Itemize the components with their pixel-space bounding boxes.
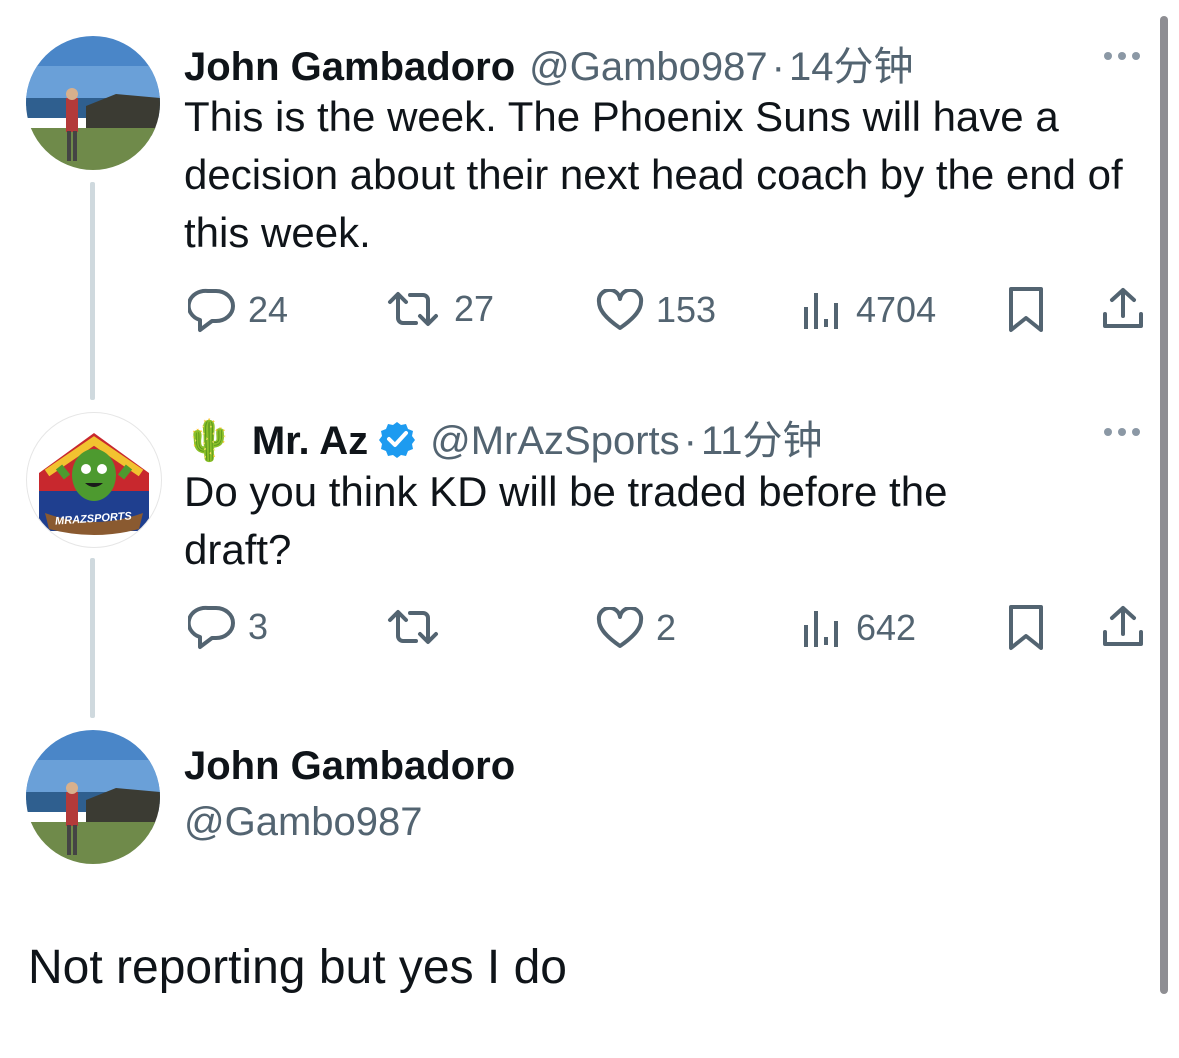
- views-button[interactable]: 4704: [800, 289, 936, 331]
- tweet2-timestamp[interactable]: 11分钟: [701, 408, 823, 466]
- avatar-mraz-sports[interactable]: MRAZSPORTS: [26, 412, 162, 548]
- retweet-button[interactable]: [384, 606, 454, 648]
- views-count: 4704: [856, 289, 937, 330]
- tweet1-header: John Gambadoro @Gambo987 · 14分钟: [184, 34, 913, 92]
- tweet3-author-name[interactable]: John Gambadoro: [184, 744, 515, 789]
- like-button[interactable]: 153: [596, 289, 716, 331]
- views-count: 642: [856, 607, 917, 648]
- heart-icon: [596, 289, 644, 330]
- views-icon: [804, 611, 838, 647]
- more-icon[interactable]: [1104, 428, 1140, 436]
- share-button[interactable]: [1100, 286, 1146, 332]
- heart-icon: [596, 607, 644, 648]
- reply-count: 3: [248, 606, 269, 647]
- share-button[interactable]: [1100, 604, 1146, 650]
- reply-button[interactable]: 3: [188, 604, 268, 650]
- thread-line-1: [90, 182, 95, 400]
- tweet1-text: This is the week. The Phoenix Suns will …: [184, 93, 1123, 256]
- avatar-john-gambadoro[interactable]: [26, 730, 160, 864]
- tweet1-author-name[interactable]: John Gambadoro: [184, 45, 515, 90]
- tweet2-header: 🌵 Mr. Az @MrAzSports · 11分钟: [184, 408, 823, 466]
- share-icon: [1103, 606, 1143, 646]
- reply-count: 24: [248, 289, 289, 330]
- tweet3-text: Not reporting but yes I do: [28, 941, 567, 994]
- views-button[interactable]: 642: [800, 607, 916, 649]
- like-count: 153: [656, 289, 717, 330]
- reply-icon: [188, 288, 235, 332]
- like-button[interactable]: 2: [596, 607, 676, 649]
- views-icon: [804, 293, 838, 329]
- tweet1-timestamp[interactable]: 14分钟: [789, 34, 914, 92]
- tweet2-text: Do you think KD will be traded before th…: [184, 468, 948, 573]
- tweet1-separator: ·: [771, 45, 785, 89]
- reply-icon: [188, 605, 235, 649]
- bookmark-button[interactable]: [1006, 286, 1046, 334]
- verified-badge-icon: [378, 420, 416, 468]
- share-icon: [1103, 288, 1143, 328]
- retweet-count: 27: [454, 288, 495, 329]
- bookmark-icon: [1009, 287, 1043, 332]
- bookmark-button[interactable]: [1006, 604, 1046, 652]
- tweet3-author-handle[interactable]: @Gambo987: [184, 800, 423, 845]
- retweet-button[interactable]: 27: [384, 288, 494, 330]
- bookmark-icon: [1009, 605, 1043, 650]
- avatar-john-gambadoro[interactable]: [26, 36, 160, 170]
- tweet1-author-handle[interactable]: @Gambo987: [529, 45, 768, 90]
- tweet2-author-handle[interactable]: @MrAzSports: [430, 419, 680, 464]
- retweet-icon: [388, 292, 438, 326]
- tweet2-separator: ·: [683, 419, 697, 463]
- cactus-emoji: 🌵: [184, 419, 234, 463]
- reply-button[interactable]: 24: [188, 287, 288, 333]
- scrollbar[interactable]: [1160, 16, 1168, 994]
- retweet-icon: [388, 610, 438, 644]
- thread-line-2: [90, 558, 95, 718]
- tweet2-author-name[interactable]: Mr. Az: [252, 419, 368, 464]
- more-icon[interactable]: [1104, 52, 1140, 60]
- like-count: 2: [656, 607, 677, 648]
